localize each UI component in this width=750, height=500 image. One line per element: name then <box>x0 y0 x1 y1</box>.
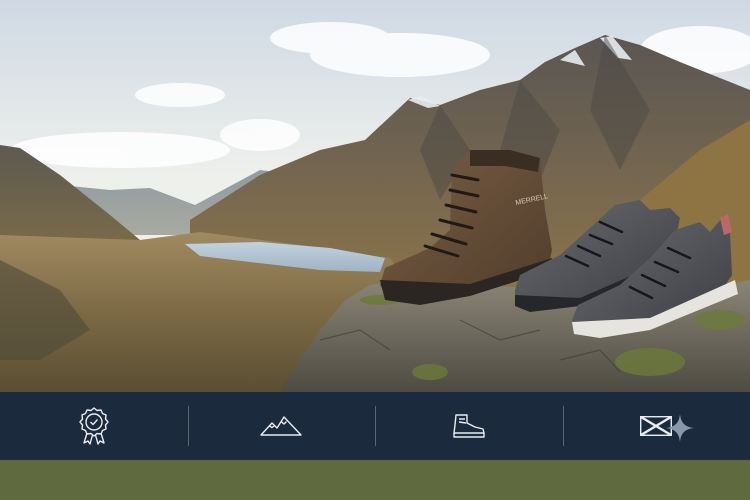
feature-scotland <box>562 392 750 460</box>
sparkle-icon <box>666 414 694 447</box>
award-badge-icon <box>78 406 110 446</box>
product-banner: MERRELL <box>0 0 750 500</box>
hero-image: MERRELL <box>0 0 750 392</box>
mountain-landscape-illustration: MERRELL <box>0 0 750 392</box>
feature-mountain <box>187 392 376 460</box>
mountain-icon <box>260 415 302 437</box>
footer-strip <box>0 460 750 500</box>
feature-boot <box>375 392 563 460</box>
feature-award <box>0 392 188 460</box>
feature-icon-bar <box>0 392 750 460</box>
hiking-boot-icon <box>452 413 486 439</box>
